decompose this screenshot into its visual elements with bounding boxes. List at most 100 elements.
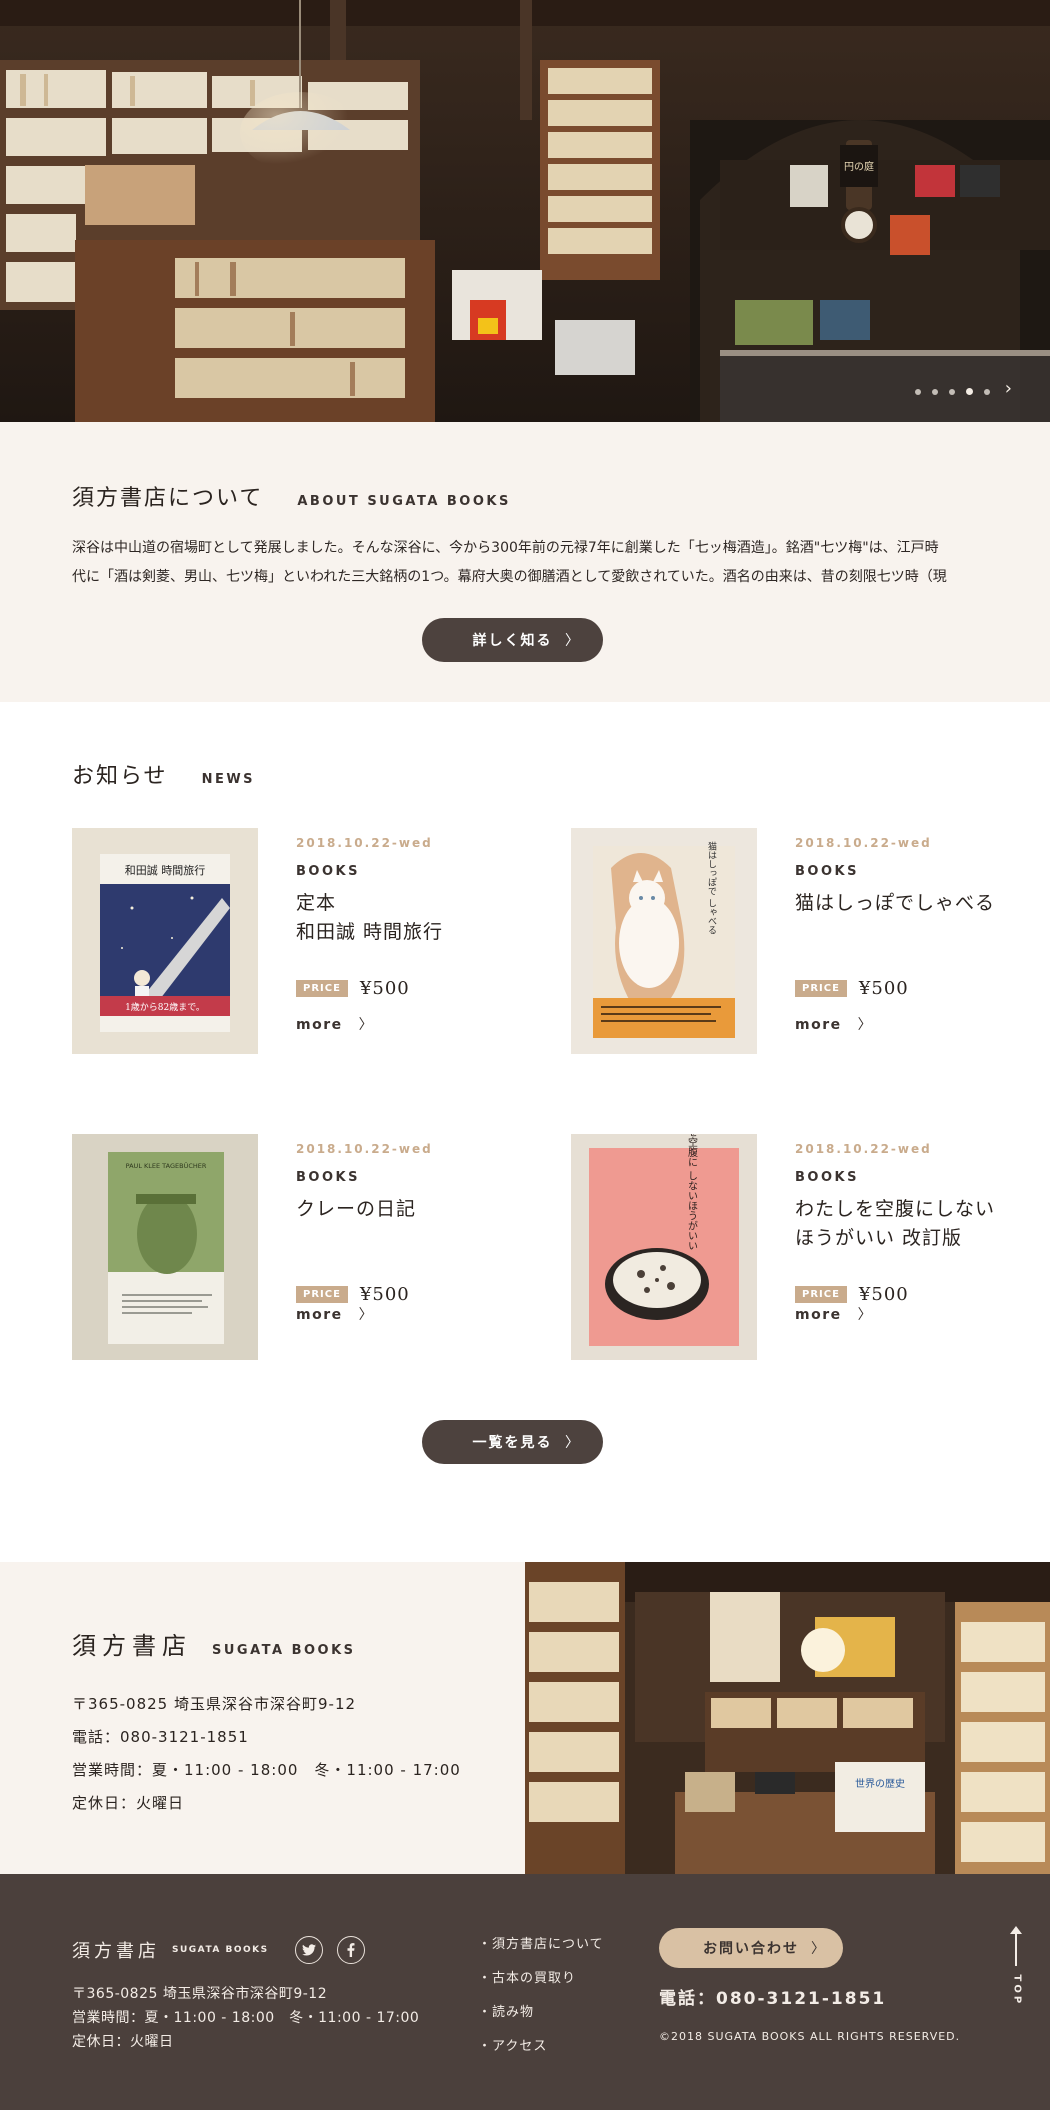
- news-card-info: 2018.10.22-wed BOOKS わたしを空腹にしない ほうがいい 改訂…: [795, 1142, 1031, 1253]
- shop-info-section: 須方書店 SUGATA BOOKS 〒365-0825 埼玉県深谷市深谷町9-1…: [0, 1562, 1050, 1874]
- footer-address: 〒365-0825 埼玉県深谷市深谷町9-12: [72, 1986, 328, 2002]
- facebook-icon[interactable]: [336, 1936, 365, 1964]
- cover-title: わたしを空腹に しないほうがいい: [686, 1134, 698, 1251]
- more-link[interactable]: more 〉: [795, 1014, 873, 1034]
- more-label: more: [795, 1017, 842, 1033]
- shop-closed: 定休日：火曜日: [72, 1794, 185, 1812]
- price-tag: PRICE: [296, 1286, 348, 1303]
- more-link[interactable]: more 〉: [795, 1304, 873, 1324]
- chevron-right-icon: 〉: [358, 1307, 375, 1323]
- news-title: お知らせ: [72, 764, 168, 789]
- news-title-line: わたしを空腹にしない: [795, 1198, 996, 1220]
- footer-nav: ・須方書店について ・古本の買取り ・読み物 ・アクセス: [478, 1928, 604, 2064]
- cover-title: 猫はしっぽで しゃべる: [706, 840, 717, 934]
- price-row: PRICE ¥500: [296, 978, 410, 999]
- news-date: 2018.10.22-wed: [296, 836, 433, 850]
- price-row: PRICE ¥500: [795, 1284, 909, 1305]
- shop-interior-photo: 世界の歴史: [525, 1562, 1050, 1874]
- book-cover-image[interactable]: PAUL KLEE TAGEBÜCHER: [72, 1134, 258, 1360]
- back-to-top-button[interactable]: TOP: [1006, 1926, 1026, 2006]
- footer-nav-access[interactable]: ・アクセス: [478, 2039, 547, 2054]
- slider-dot[interactable]: [984, 388, 990, 395]
- news-category: BOOKS: [296, 1170, 360, 1185]
- book-cover-image[interactable]: 和田誠 時間旅行 1歳から82歳まで。: [72, 828, 258, 1054]
- shop-phone: 電話：080-3121-1851: [72, 1728, 249, 1746]
- chevron-right-icon: 〉: [565, 633, 581, 649]
- shop-sign-text: 円の庭: [844, 160, 874, 173]
- more-link[interactable]: more 〉: [296, 1014, 374, 1034]
- footer-nav-reading[interactable]: ・読み物: [478, 2005, 534, 2020]
- contact-label: お問い合わせ: [703, 1941, 799, 1957]
- price-tag: PRICE: [795, 980, 847, 997]
- hero-slider[interactable]: 円の庭 ›: [0, 0, 1050, 422]
- news-list-button[interactable]: 一覧を見る 〉: [422, 1420, 603, 1464]
- news-card[interactable]: PAUL KLEE TAGEBÜCHER 2018.10.22-wed BOOK…: [72, 1134, 532, 1360]
- news-item-title[interactable]: わたしを空腹にしない ほうがいい 改訂版: [795, 1195, 1031, 1253]
- cover-title: 和田誠 時間旅行: [125, 863, 206, 877]
- shop-heading: 須方書店 SUGATA BOOKS: [72, 1626, 356, 1661]
- news-card[interactable]: 和田誠 時間旅行 1歳から82歳まで。 2018.10.22-wed BOOKS…: [72, 828, 532, 1054]
- price-row: PRICE ¥500: [795, 978, 909, 999]
- shop-details: 〒365-0825 埼玉県深谷市深谷町9-12 電話：080-3121-1851…: [72, 1688, 461, 1820]
- news-title-line: 猫はしっぽでしゃべる: [795, 892, 996, 914]
- news-section: お知らせ NEWS 和田誠 時間旅行 1歳から82歳まで。 2018.10.22…: [0, 702, 1050, 1562]
- news-date: 2018.10.22-wed: [296, 1142, 433, 1156]
- more-label: more: [795, 1307, 842, 1323]
- cover-band: 1歳から82歳まで。: [125, 1001, 205, 1013]
- news-category: BOOKS: [795, 864, 859, 879]
- news-title-en: NEWS: [201, 772, 256, 787]
- copyright: ©2018 SUGATA BOOKS ALL RIGHTS RESERVED.: [659, 2030, 961, 2043]
- footer-nav-buyback[interactable]: ・古本の買取り: [478, 1971, 576, 1986]
- news-item-title[interactable]: 定本 和田誠 時間旅行: [296, 889, 532, 947]
- twitter-icon[interactable]: [294, 1936, 323, 1964]
- slider-dot[interactable]: [932, 388, 938, 395]
- shop-address: 〒365-0825 埼玉県深谷市深谷町9-12: [72, 1695, 357, 1713]
- footer-brand: 須方書店 SUGATA BOOKS: [72, 1936, 365, 1964]
- news-list-label: 一覧を見る: [472, 1435, 553, 1451]
- chevron-right-icon: 〉: [857, 1017, 874, 1033]
- about-heading: 須方書店について ABOUT SUGATA BOOKS: [72, 480, 511, 512]
- about-more-label: 詳しく知る: [472, 633, 553, 649]
- footer-nav-about[interactable]: ・須方書店について: [478, 1937, 604, 1952]
- more-link[interactable]: more 〉: [296, 1304, 374, 1324]
- slider-dot[interactable]: [915, 388, 921, 395]
- cover-title: PAUL KLEE TAGEBÜCHER: [126, 1161, 207, 1170]
- news-card-info: 2018.10.22-wed BOOKS 定本 和田誠 時間旅行: [296, 836, 532, 947]
- news-category: BOOKS: [296, 864, 360, 879]
- more-label: more: [296, 1307, 343, 1323]
- footer-closed: 定休日：火曜日: [72, 2034, 174, 2050]
- footer-hours: 営業時間：夏・11:00 - 18:00 冬・11:00 - 17:00: [72, 2010, 420, 2026]
- news-date: 2018.10.22-wed: [795, 836, 932, 850]
- news-item-title[interactable]: クレーの日記: [296, 1195, 532, 1224]
- price-value: ¥500: [359, 978, 410, 999]
- news-category: BOOKS: [795, 1170, 859, 1185]
- poster-text: 世界の歴史: [855, 1778, 905, 1790]
- slider-dot[interactable]: [949, 388, 955, 395]
- slider-next-icon[interactable]: ›: [1005, 378, 1012, 399]
- chevron-right-icon: 〉: [857, 1307, 874, 1323]
- hero-image: 円の庭: [0, 0, 1050, 422]
- book-cover-image[interactable]: わたしを空腹に しないほうがいい: [571, 1134, 757, 1360]
- news-title-line: 定本: [296, 892, 337, 914]
- shop-name: 須方書店: [72, 1632, 192, 1660]
- chevron-right-icon: 〉: [565, 1435, 581, 1451]
- shop-hours: 営業時間：夏・11:00 - 18:00 冬・11:00 - 17:00: [72, 1761, 461, 1779]
- price-value: ¥500: [858, 978, 909, 999]
- about-text-line: 代に「酒は剣菱、男山、七ツ梅」といわれた三大銘柄の1つ。幕府大奥の御膳酒として愛…: [72, 569, 947, 585]
- shop-info-panel: 須方書店 SUGATA BOOKS 〒365-0825 埼玉県深谷市深谷町9-1…: [0, 1562, 525, 1874]
- news-card[interactable]: 猫はしっぽで しゃべる 2018.10.22-wed BOOKS 猫はしっぽでし…: [571, 828, 1031, 1054]
- news-title-line: クレーの日記: [296, 1198, 417, 1220]
- price-value: ¥500: [359, 1284, 410, 1305]
- book-cover-image[interactable]: 猫はしっぽで しゃべる: [571, 828, 757, 1054]
- contact-button[interactable]: お問い合わせ 〉: [659, 1928, 843, 1968]
- footer-address-block: 〒365-0825 埼玉県深谷市深谷町9-12 営業時間：夏・11:00 - 1…: [72, 1982, 419, 2054]
- about-more-button[interactable]: 詳しく知る 〉: [422, 618, 603, 662]
- price-tag: PRICE: [296, 980, 348, 997]
- news-item-title[interactable]: 猫はしっぽでしゃべる: [795, 889, 1031, 918]
- news-card[interactable]: わたしを空腹に しないほうがいい 2018.10.22-wed BOOKS わた…: [571, 1134, 1031, 1360]
- news-date: 2018.10.22-wed: [795, 1142, 932, 1156]
- more-label: more: [296, 1017, 343, 1033]
- slider-dot-active[interactable]: [966, 388, 973, 395]
- chevron-right-icon: 〉: [358, 1017, 375, 1033]
- about-text-line: 深谷は中山道の宿場町として発展しました。そんな深谷に、今から300年前の元禄7年…: [72, 540, 939, 556]
